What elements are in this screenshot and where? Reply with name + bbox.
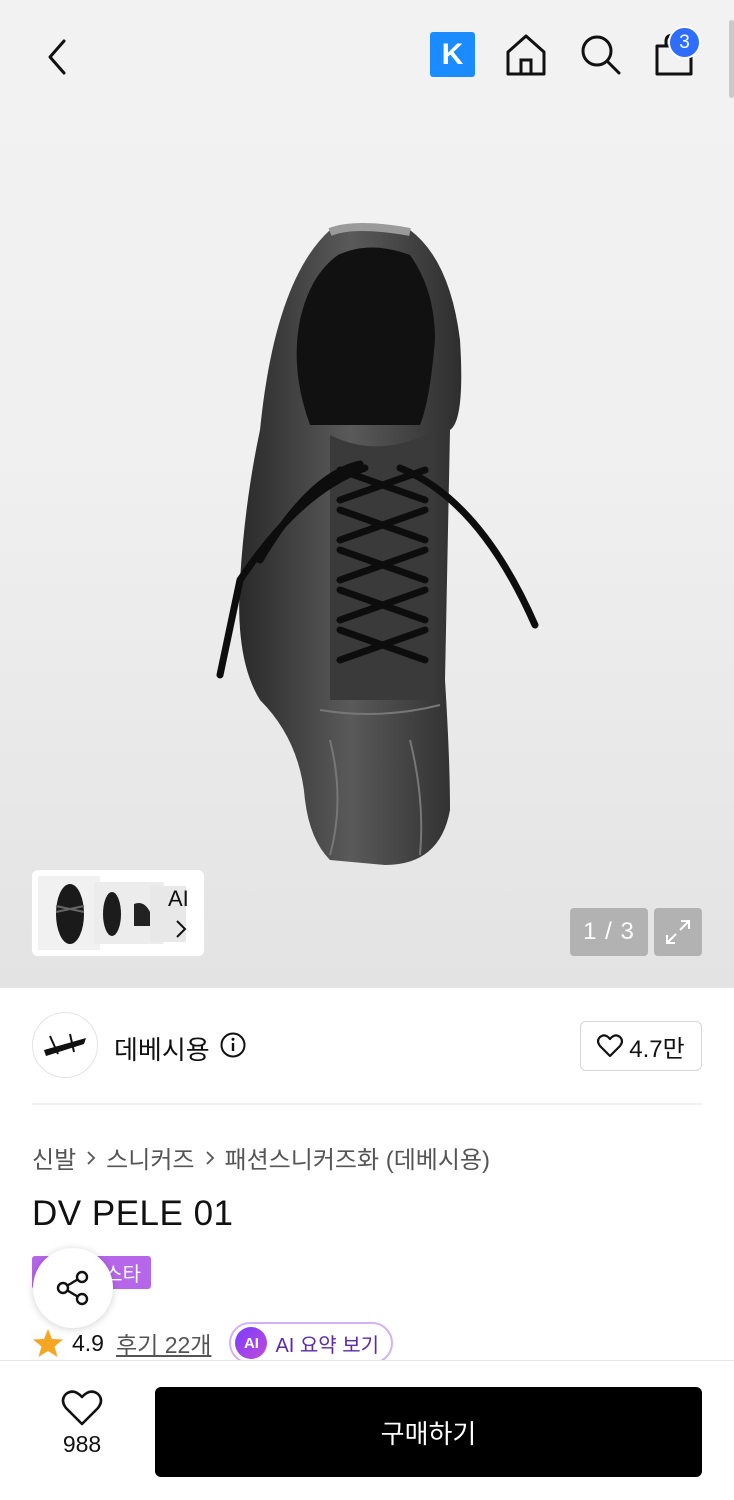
ai-icon: AI: [235, 1327, 268, 1359]
search-button[interactable]: [576, 30, 624, 78]
share-button[interactable]: [33, 1248, 113, 1328]
k-logo-icon: K: [441, 37, 464, 71]
image-counter: 1 / 3: [570, 908, 648, 956]
thumbnail-shoe-image: [55, 884, 85, 944]
expand-icon: [666, 920, 690, 944]
breadcrumb-item[interactable]: 패션스니커즈화 (데베시용): [225, 1140, 491, 1175]
cart-count-badge: 3: [668, 26, 701, 59]
brand-name[interactable]: 데베시용: [114, 1030, 210, 1067]
chevron-right-icon: [87, 1150, 96, 1165]
thumbnail-1[interactable]: [38, 876, 100, 950]
ai-gallery-link[interactable]: AI: [168, 886, 189, 912]
brand-logo[interactable]: [32, 1012, 98, 1078]
heart-icon: [61, 1390, 103, 1426]
search-icon: [581, 35, 621, 75]
section-divider: [32, 1103, 702, 1105]
top-navigation-bar: K 3: [0, 0, 734, 110]
wishlist-button[interactable]: 988: [46, 1389, 118, 1469]
rating-value: 4.9: [72, 1329, 104, 1356]
thumbnail-strip[interactable]: AI: [32, 870, 204, 956]
home-icon: [506, 34, 546, 76]
product-title: DV PELE 01: [32, 1194, 234, 1233]
breadcrumb: 신발 스니커즈 패션스니커즈화 (데베시용): [32, 1140, 490, 1175]
wishlist-count: 988: [62, 1431, 102, 1457]
brand-like-count: 4.7만: [629, 1035, 685, 1063]
back-button[interactable]: [30, 30, 84, 84]
buy-button[interactable]: 구매하기: [155, 1387, 702, 1477]
review-link[interactable]: 후기 22개: [116, 1326, 211, 1360]
chevron-right-icon: [205, 1150, 214, 1165]
share-icon: [56, 1270, 89, 1306]
ai-summary-button[interactable]: AI AI 요약 보기: [229, 1322, 394, 1364]
ai-summary-label: AI 요약 보기: [275, 1334, 380, 1357]
home-button[interactable]: [502, 30, 550, 78]
product-image-shoe: [216, 223, 539, 865]
heart-icon: [597, 1034, 624, 1058]
brand-row: 데베시용 4.7만: [32, 1012, 702, 1080]
breadcrumb-item[interactable]: 스니커즈: [106, 1140, 194, 1175]
bottom-action-bar: 988 구매하기: [0, 1360, 734, 1500]
fullscreen-button[interactable]: [654, 908, 702, 956]
brand-like-button[interactable]: 4.7만: [580, 1021, 702, 1071]
brand-logo-mark: [44, 1033, 86, 1056]
star-icon: [33, 1329, 63, 1357]
chevron-left-icon: [48, 39, 66, 75]
info-icon[interactable]: [220, 1032, 246, 1058]
breadcrumb-item[interactable]: 신발: [32, 1140, 76, 1175]
chevron-right-icon: [176, 920, 187, 938]
product-image-gallery[interactable]: K 3 AI 1 / 3: [0, 0, 734, 988]
kakao-k-button[interactable]: K: [430, 32, 475, 77]
